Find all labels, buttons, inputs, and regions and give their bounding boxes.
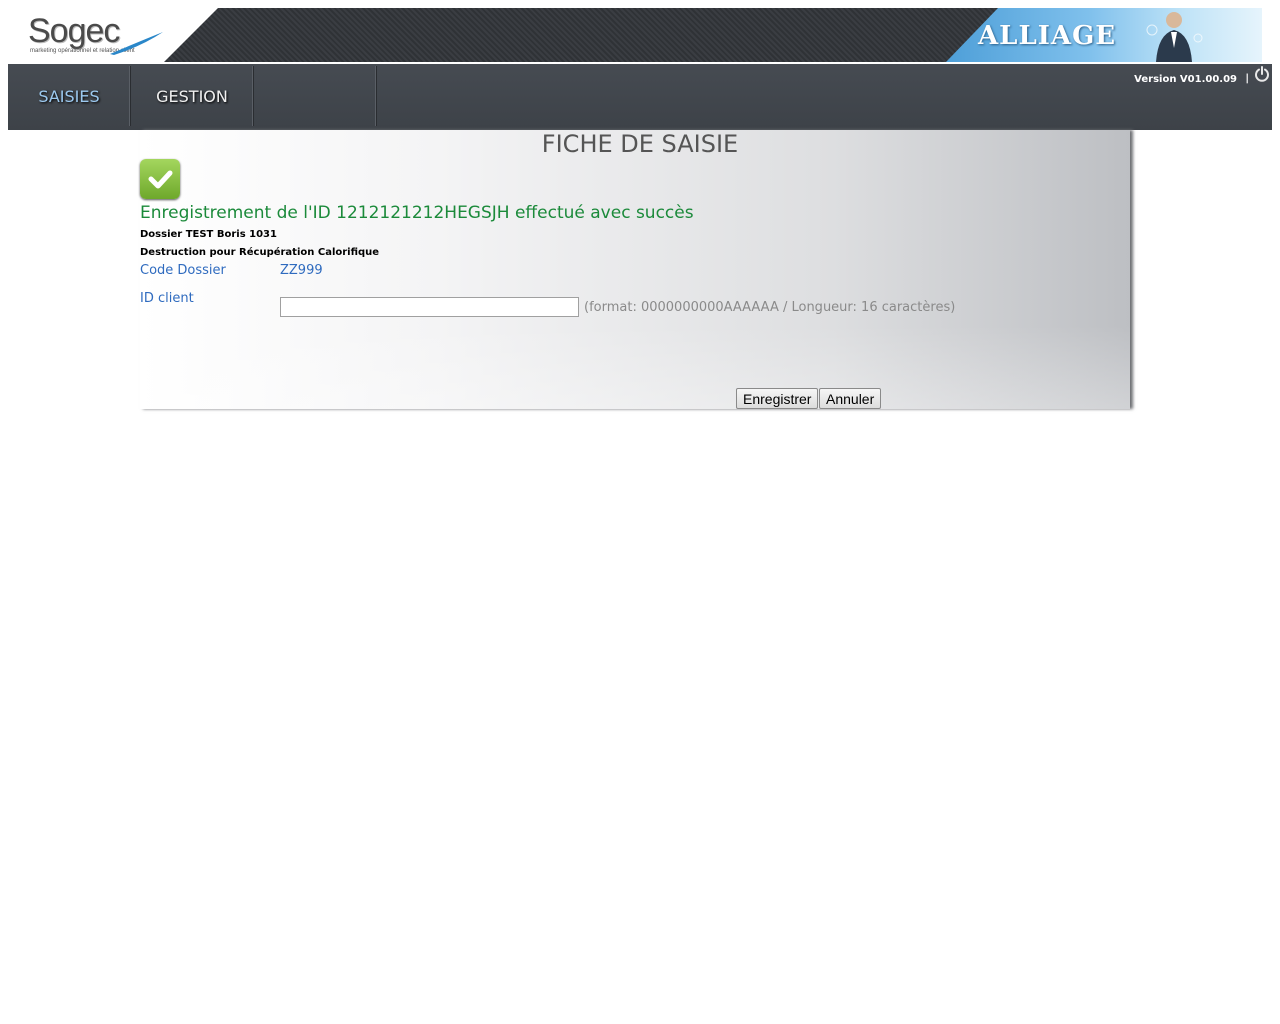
tab-saisies[interactable]: SAISIES xyxy=(8,66,131,126)
id-client-label: ID client xyxy=(140,291,194,306)
id-client-input[interactable] xyxy=(280,297,579,317)
product-banner: ALLIAGE xyxy=(946,8,1262,62)
tab-empty[interactable] xyxy=(254,66,377,126)
power-icon[interactable] xyxy=(1254,66,1270,82)
success-message: Enregistrement de l'ID 1212121212HEGSJH … xyxy=(140,203,694,223)
logo-text: Sogec xyxy=(28,12,120,50)
main-navigation: SAISIES GESTION Version V01.00.09 | xyxy=(8,64,1272,130)
tab-gestion[interactable]: GESTION xyxy=(131,66,254,126)
entry-form-panel: FICHE DE SAISIE Enregistrement de l'ID 1… xyxy=(140,130,1130,409)
version-separator: | xyxy=(1245,73,1249,84)
businessman-image xyxy=(1146,12,1203,62)
logo-swoosh-icon xyxy=(110,32,163,55)
product-name: ALLIAGE xyxy=(978,21,1117,51)
dossier-name: Dossier TEST Boris 1031 xyxy=(140,229,277,240)
code-dossier-value: ZZ999 xyxy=(280,263,323,278)
version-label: Version V01.00.09 xyxy=(1134,74,1237,85)
checkmark-icon xyxy=(140,159,180,199)
cancel-button[interactable]: Annuler xyxy=(819,388,882,409)
id-client-format-hint: (format: 0000000000AAAAAA / Longueur: 16… xyxy=(584,300,956,315)
header-banner: Sogec marketing opérationnel et relation… xyxy=(8,8,1262,62)
save-button[interactable]: Enregistrer xyxy=(736,388,819,409)
logo[interactable]: Sogec marketing opérationnel et relation… xyxy=(8,8,218,62)
code-dossier-label: Code Dossier xyxy=(140,263,226,278)
page-title: FICHE DE SAISIE xyxy=(541,130,739,158)
dossier-description: Destruction pour Récupération Calorifiqu… xyxy=(140,247,380,258)
